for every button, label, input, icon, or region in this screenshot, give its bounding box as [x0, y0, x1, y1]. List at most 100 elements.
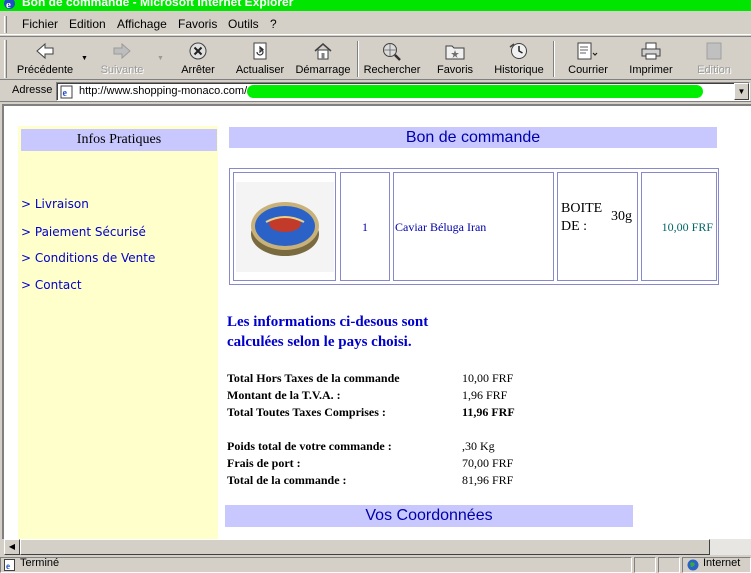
sidebar-item-livraison[interactable]: > Livraison [21, 197, 89, 211]
page-ie-icon: e [60, 85, 73, 99]
history-button-label: Historique [494, 64, 544, 76]
address-dropdown-button[interactable]: ▼ [734, 83, 749, 100]
product-name-cell: Caviar Béluga Iran [393, 172, 554, 281]
home-button[interactable]: Démarrage [294, 39, 352, 79]
print-button[interactable]: Imprimer [624, 39, 678, 79]
favorites-button[interactable]: Favoris [431, 39, 479, 79]
favorites-folder-icon [445, 45, 465, 60]
refresh-button-label: Actualiser [235, 64, 285, 76]
toolbar-grip [4, 40, 7, 78]
menu-outils[interactable]: Outils [228, 17, 259, 31]
packaging-cell: BOITE DE : 30g [557, 172, 638, 281]
standard-toolbar: Précédente ▼ Suivante ▼ Arrêter Actualis… [0, 36, 751, 80]
favorites-button-label: Favoris [436, 64, 474, 76]
order-price: 10,00 FRF [661, 220, 713, 234]
info-line-1: Les informations ci-desous sont [227, 314, 429, 330]
svg-text:e: e [6, 0, 11, 10]
total-ht-value: 10,00 FRF [462, 371, 514, 385]
quantity-cell: 1 [340, 172, 390, 281]
order-title: Bon de commande [229, 127, 717, 148]
product-image-cell [233, 172, 336, 281]
packaging-size: 30g [611, 209, 632, 224]
address-url: http://www.shopping-monaco.com/ [79, 85, 248, 97]
refresh-button[interactable]: Actualiser [232, 39, 288, 79]
sidebar: Infos Pratiques > Livraison > Paiement S… [18, 126, 218, 539]
menu-affichage[interactable]: Affichage [117, 17, 167, 31]
packaging-line1: BOITE [561, 201, 603, 216]
print-button-label: Imprimer [629, 64, 673, 76]
shipping-value: 70,00 FRF [462, 456, 514, 470]
back-arrow-icon [36, 42, 54, 60]
mail-button[interactable]: Courrier [562, 39, 614, 79]
sidebar-item-contact[interactable]: > Contact [21, 278, 82, 292]
sidebar-item-paiement[interactable]: > Paiement Sécurisé [21, 225, 146, 239]
edit-button-label: Edition [697, 64, 731, 76]
forward-button[interactable]: Suivante [94, 39, 150, 79]
svg-text:e: e [63, 88, 68, 99]
mail-button-label: Courrier [568, 64, 608, 76]
menu-favoris[interactable]: Favoris [178, 17, 217, 31]
refresh-icon [253, 42, 267, 60]
stop-button-label: Arrêter [181, 64, 215, 76]
horizontal-scrollbar[interactable]: ◀ [4, 539, 751, 555]
coords-title: Vos Coordonnées [225, 505, 633, 527]
weight-value: ,30 Kg [462, 439, 495, 453]
menu-help[interactable]: ? [270, 17, 277, 31]
order-quantity: 1 [362, 220, 368, 234]
search-button[interactable]: Rechercher [361, 39, 423, 79]
back-dropdown-icon[interactable]: ▼ [81, 55, 88, 62]
edit-button[interactable]: Edition [688, 39, 740, 79]
sidebar-title: Infos Pratiques [21, 129, 217, 151]
status-text: Terminé [20, 557, 60, 569]
stop-button[interactable]: Arrêter [174, 39, 222, 79]
menu-bar-grip [4, 16, 7, 33]
order-table: 1 Caviar Béluga Iran BOITE DE : 30g 10,0… [229, 168, 719, 285]
caviar-tin-image [236, 182, 334, 272]
back-button-label: Précédente [16, 64, 74, 76]
svg-text:e: e [6, 561, 10, 571]
shipping-label: Frais de port : [227, 456, 301, 470]
address-input[interactable]: e http://www.shopping-monaco.com/ ▼ [56, 82, 750, 101]
status-zone: Internet [703, 557, 741, 569]
toolbar-separator [357, 41, 359, 77]
back-button[interactable]: Précédente [12, 39, 78, 79]
total-ttc-label: Total Toutes Taxes Comprises : [227, 405, 386, 419]
total-ht-label: Total Hors Taxes de la commande [227, 371, 400, 385]
address-label: Adresse [12, 84, 53, 96]
grand-total-value: 81,96 FRF [462, 473, 514, 487]
forward-button-label: Suivante [100, 64, 144, 76]
stop-icon [189, 42, 207, 60]
scroll-left-button[interactable]: ◀ [4, 539, 20, 555]
sidebar-item-conditions[interactable]: > Conditions de Vente [21, 251, 155, 265]
tva-label: Montant de la T.V.A. : [227, 388, 341, 402]
printer-icon [641, 42, 661, 60]
info-note: Les informations ci-desous sont calculée… [227, 312, 428, 352]
internet-explorer-icon: e [4, 0, 15, 10]
status-bar: e Terminé Internet [0, 556, 751, 573]
forward-dropdown-icon[interactable]: ▼ [157, 55, 164, 62]
toolbar-separator-2 [553, 41, 555, 77]
edit-page-icon [706, 42, 722, 60]
menu-fichier[interactable]: Fichier [22, 17, 58, 31]
search-globe-icon [383, 43, 401, 61]
grand-total-label: Total de la commande : [227, 473, 347, 487]
mail-icon [577, 42, 598, 60]
window-title: Bon de commande - Microsoft Internet Exp… [22, 0, 294, 9]
search-button-label: Rechercher [363, 64, 421, 76]
tva-value: 1,96 FRF [462, 388, 508, 402]
status-pane-2 [634, 557, 656, 573]
history-button[interactable]: Historique [490, 39, 548, 79]
weight-label: Poids total de votre commande : [227, 439, 392, 453]
home-icon [314, 43, 332, 60]
total-ttc-value: 11,96 FRF [462, 405, 515, 419]
history-clock-icon [509, 43, 527, 59]
page-done-icon: e [4, 559, 15, 571]
window-title-bar: e Bon de commande - Microsoft Internet E… [0, 0, 751, 11]
product-name: Caviar Béluga Iran [395, 220, 487, 234]
page-viewport: Infos Pratiques > Livraison > Paiement S… [2, 104, 751, 539]
packaging-line2: DE : [561, 219, 588, 234]
scroll-thumb[interactable] [20, 539, 710, 555]
menu-edition[interactable]: Edition [69, 17, 106, 31]
menu-bar: Fichier Edition Affichage Favoris Outils… [0, 14, 751, 35]
forward-arrow-icon [113, 42, 131, 60]
